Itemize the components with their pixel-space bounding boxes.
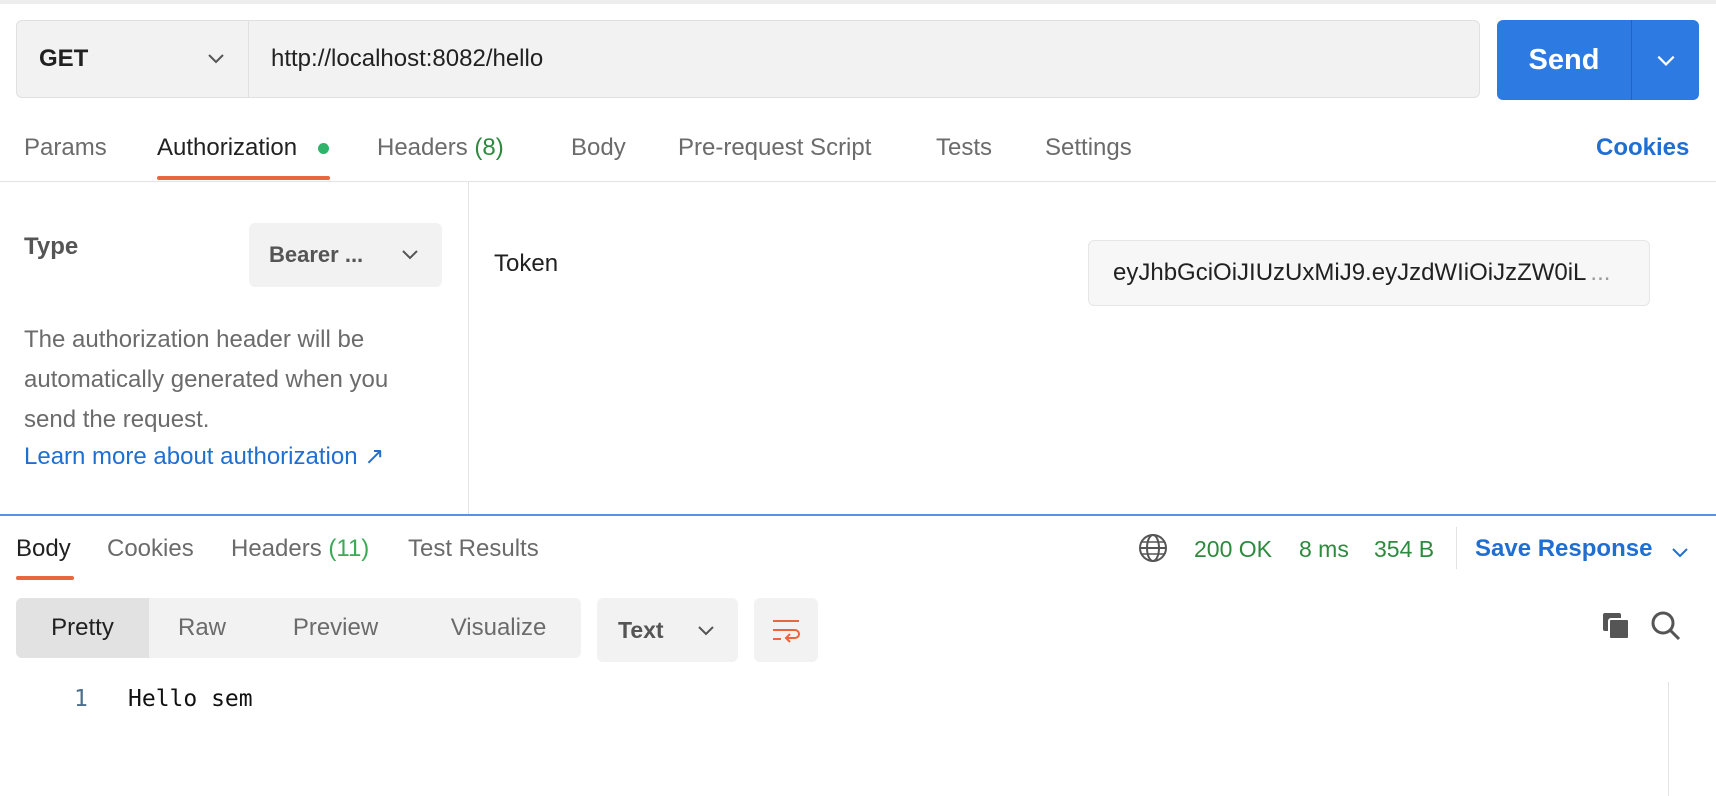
send-button-group: Send: [1497, 20, 1699, 100]
tab-headers-label: Headers: [377, 134, 468, 161]
method-select[interactable]: GET: [16, 20, 248, 98]
cookies-link[interactable]: Cookies: [1596, 134, 1689, 162]
response-tab-body[interactable]: Body: [16, 535, 71, 563]
tab-body[interactable]: Body: [571, 134, 626, 162]
method-value: GET: [39, 45, 89, 72]
chevron-down-icon: [1657, 55, 1674, 66]
copy-icon[interactable]: [1600, 610, 1632, 647]
response-tab-headers[interactable]: Headers (11): [231, 535, 369, 563]
url-input[interactable]: http://localhost:8082/hello: [248, 20, 1480, 98]
wrap-lines-icon: [773, 620, 800, 643]
token-value: eyJhbGciOiJIUzUxMiJ9.eyJzdWIiOiJzZW0iL: [1113, 259, 1587, 286]
meta-separator: [1456, 527, 1457, 569]
tab-params[interactable]: Params: [24, 134, 107, 162]
token-ellipsis: ...: [1590, 259, 1611, 286]
response-tab-test-results[interactable]: Test Results: [408, 535, 539, 563]
learn-more-link[interactable]: Learn more about authorization ↗: [24, 442, 384, 471]
active-tab-indicator: [157, 176, 330, 180]
token-input[interactable]: eyJhbGciOiJIUzUxMiJ9.eyJzdWIiOiJzZW0iL .…: [1088, 240, 1650, 306]
globe-icon[interactable]: [1138, 533, 1168, 568]
auth-type-label: Type: [24, 233, 79, 260]
auth-split-divider: [468, 182, 469, 514]
status-code[interactable]: 200 OK: [1194, 536, 1272, 563]
tab-settings[interactable]: Settings: [1045, 134, 1132, 162]
view-mode-segmented: Pretty Raw Preview Visualize: [16, 598, 581, 658]
view-mode-pretty[interactable]: Pretty: [16, 598, 149, 658]
search-icon[interactable]: [1650, 610, 1682, 647]
tabs-divider: [0, 181, 1716, 182]
save-response-button[interactable]: Save Response: [1475, 535, 1652, 563]
chevron-down-icon: [206, 47, 226, 75]
tab-prerequest-script[interactable]: Pre-request Script: [678, 134, 871, 162]
response-tab-cookies[interactable]: Cookies: [107, 535, 194, 563]
view-mode-raw[interactable]: Raw: [149, 598, 255, 658]
top-border: [0, 0, 1716, 4]
view-mode-preview[interactable]: Preview: [255, 598, 416, 658]
auth-description: The authorization header will be automat…: [24, 326, 389, 433]
auth-active-dot: [318, 143, 329, 154]
token-label: Token: [494, 250, 559, 277]
code-line-number: 1: [74, 686, 88, 712]
response-size[interactable]: 354 B: [1374, 536, 1434, 563]
url-value: http://localhost:8082/hello: [271, 45, 544, 72]
chevron-down-icon[interactable]: [1670, 542, 1690, 567]
format-select[interactable]: Text: [597, 598, 738, 662]
response-panel-divider[interactable]: [0, 514, 1716, 516]
tab-authorization[interactable]: Authorization: [157, 134, 297, 162]
send-button[interactable]: Send: [1497, 20, 1631, 100]
format-value: Text: [618, 616, 664, 643]
send-options-button[interactable]: [1632, 20, 1699, 100]
response-tab-headers-count: (11): [328, 535, 370, 562]
code-line-text: Hello sem: [128, 686, 253, 712]
chevron-down-icon: [696, 619, 716, 646]
auth-type-select[interactable]: Bearer ...: [249, 223, 442, 287]
tab-tests[interactable]: Tests: [936, 134, 992, 162]
response-tab-headers-label: Headers: [231, 535, 322, 562]
wrap-lines-button[interactable]: [754, 598, 818, 662]
response-time[interactable]: 8 ms: [1299, 536, 1349, 563]
chevron-down-icon: [400, 244, 420, 270]
code-scroll-edge: [1668, 682, 1669, 796]
view-mode-visualize[interactable]: Visualize: [416, 598, 581, 658]
response-active-tab-indicator: [16, 576, 74, 580]
tab-headers-count: (8): [474, 134, 504, 161]
tab-headers[interactable]: Headers (8): [377, 134, 504, 162]
auth-type-value: Bearer ...: [269, 242, 364, 267]
